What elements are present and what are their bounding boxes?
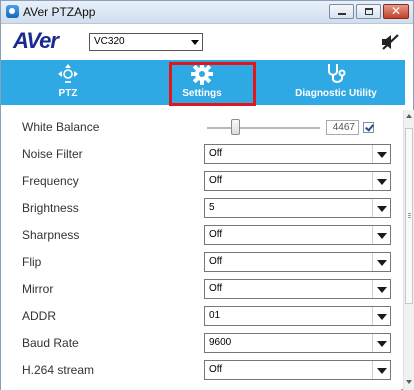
white-balance-value[interactable]: 4467	[326, 120, 359, 135]
setting-row: Frequency Off	[1, 168, 391, 195]
noise-filter-label: Noise Filter	[22, 147, 83, 161]
dropdown-value: 5	[209, 202, 215, 213]
settings-panel: White Balance 4467 Noise Filter Off Freq…	[1, 110, 401, 390]
baud-rate-label: Baud Rate	[22, 336, 79, 350]
mirror-dropdown[interactable]: Off	[204, 279, 391, 299]
scroll-down-icon[interactable]	[406, 380, 412, 384]
flip-dropdown[interactable]: Off	[204, 252, 391, 272]
aver-logo: AVer	[13, 28, 59, 53]
chevron-down-icon	[372, 361, 390, 379]
chevron-down-icon	[372, 307, 390, 325]
dropdown-value: Off	[209, 364, 223, 375]
vertical-scrollbar[interactable]	[403, 110, 414, 390]
minimize-button[interactable]	[329, 4, 354, 19]
chevron-down-icon	[188, 34, 202, 50]
scroll-up-icon[interactable]	[406, 114, 412, 118]
dropdown-value: Off	[209, 229, 223, 240]
header: AVer VC320	[1, 24, 413, 60]
setting-row: Noise Filter Off	[1, 141, 391, 168]
chevron-down-icon	[372, 199, 390, 217]
app-window: AVer PTZApp ✕ AVer VC320 PTZ Settings Di…	[0, 0, 414, 390]
maximize-icon	[365, 8, 373, 15]
white-balance-label: White Balance	[22, 120, 100, 134]
mirror-label: Mirror	[22, 282, 54, 296]
chevron-down-icon	[372, 253, 390, 271]
setting-row: H.264 stream Off	[1, 357, 391, 384]
white-balance-slider[interactable]	[207, 127, 320, 129]
frequency-label: Frequency	[22, 174, 79, 188]
baud-rate-dropdown[interactable]: 9600	[204, 333, 391, 353]
setting-row: Brightness 5	[1, 195, 391, 222]
dropdown-value: 9600	[209, 337, 232, 348]
sharpness-dropdown[interactable]: Off	[204, 225, 391, 245]
addr-label: ADDR	[22, 309, 57, 323]
ptz-icon	[58, 64, 78, 83]
chevron-down-icon	[372, 172, 390, 190]
setting-row: Sharpness Off	[1, 222, 391, 249]
tab-ptz-label: PTZ	[58, 88, 78, 99]
white-balance-slider-thumb[interactable]	[231, 119, 241, 135]
tab-diagnostic-utility-label: Diagnostic Utility	[295, 88, 377, 99]
chevron-down-icon	[372, 334, 390, 352]
app-icon	[6, 5, 19, 18]
close-button[interactable]: ✕	[383, 4, 409, 19]
setting-row: Flip Off	[1, 249, 391, 276]
addr-dropdown[interactable]: 01	[204, 306, 391, 326]
title-bar[interactable]: AVer PTZApp ✕	[1, 1, 413, 24]
chevron-down-icon	[372, 145, 390, 163]
camera-model-select[interactable]: VC320	[89, 33, 203, 51]
minimize-icon	[338, 13, 346, 15]
dropdown-value: 01	[209, 310, 221, 321]
microphone-muted-icon[interactable]	[381, 34, 399, 50]
white-balance-auto-checkbox[interactable]	[363, 122, 374, 133]
sharpness-label: Sharpness	[22, 228, 80, 242]
setting-row: Baud Rate 9600	[1, 330, 391, 357]
brightness-label: Brightness	[22, 201, 79, 215]
settings-highlight-box	[169, 62, 256, 106]
dropdown-value: Off	[209, 256, 223, 267]
dropdown-value: Off	[209, 283, 223, 294]
tab-ptz[interactable]: PTZ	[1, 60, 135, 105]
frequency-dropdown[interactable]: Off	[204, 171, 391, 191]
h264-stream-label: H.264 stream	[22, 363, 95, 377]
chevron-down-icon	[372, 226, 390, 244]
h264-stream-dropdown[interactable]: Off	[204, 360, 391, 380]
tab-diagnostic-utility[interactable]: Diagnostic Utility	[269, 60, 403, 105]
close-icon: ✕	[390, 4, 402, 18]
camera-model-value: VC320	[94, 36, 125, 47]
chevron-down-icon	[372, 280, 390, 298]
dropdown-value: Off	[209, 175, 223, 186]
stethoscope-icon	[328, 64, 346, 83]
grip-icon	[408, 213, 411, 214]
window-title: AVer PTZApp	[23, 5, 96, 19]
setting-row: ADDR 01	[1, 303, 391, 330]
white-balance-row: White Balance 4467	[1, 114, 391, 141]
flip-label: Flip	[22, 255, 42, 269]
dropdown-value: Off	[209, 148, 223, 159]
scrollbar-thumb[interactable]	[405, 128, 413, 304]
setting-row: Mirror Off	[1, 276, 391, 303]
brightness-dropdown[interactable]: 5	[204, 198, 391, 218]
noise-filter-dropdown[interactable]: Off	[204, 144, 391, 164]
maximize-button[interactable]	[356, 4, 381, 19]
